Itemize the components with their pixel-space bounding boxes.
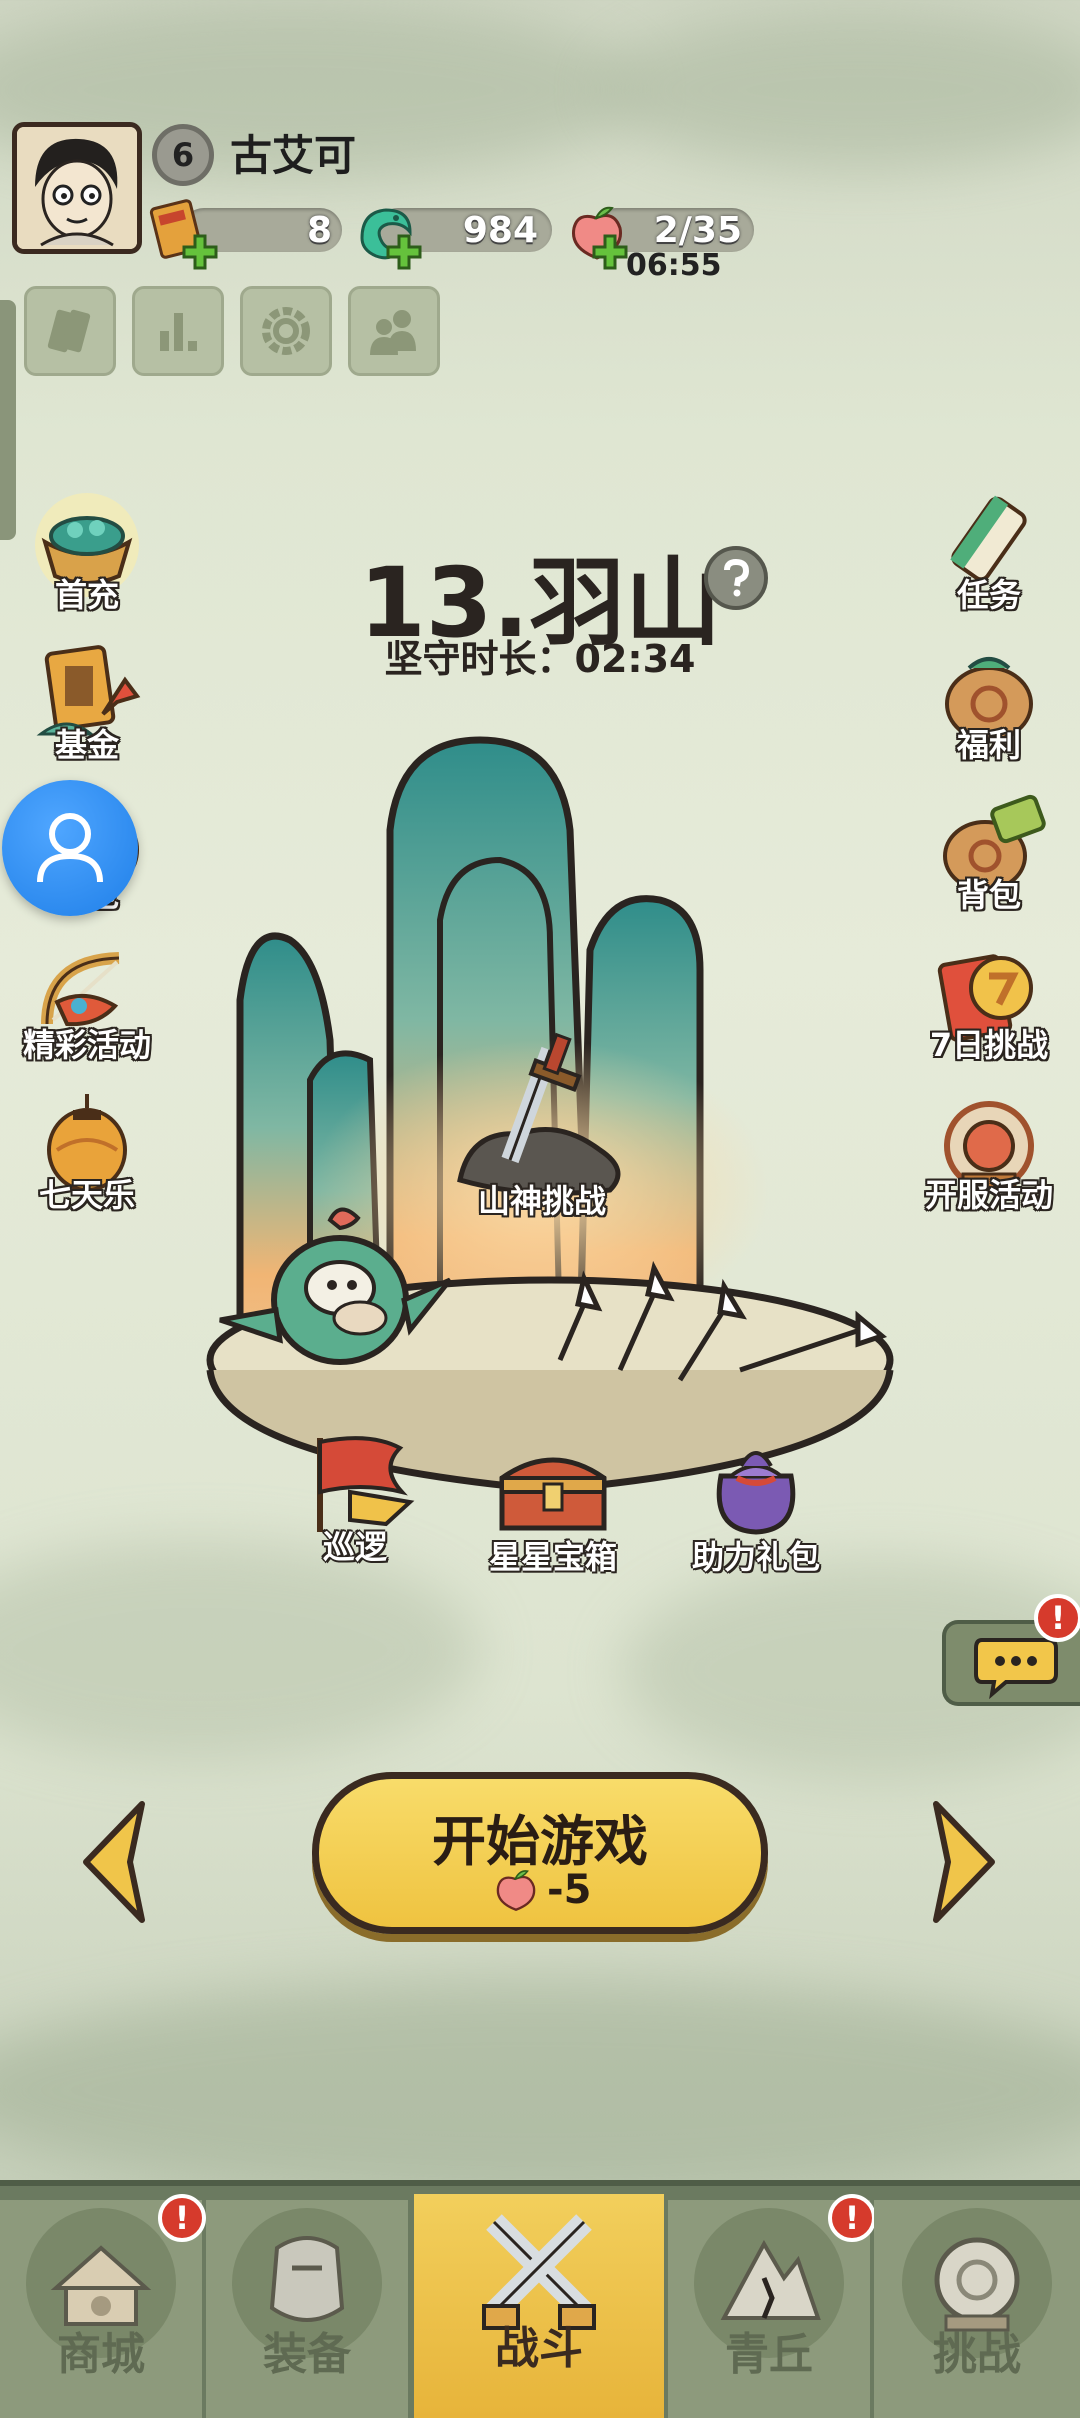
tasks-button[interactable]: 任务 [914,490,1064,616]
bottom-navigation: 商城 ! 装备 战斗 青丘 ! 挑战 [0,2180,1080,2418]
help-button[interactable] [704,546,768,610]
question-mark-icon [724,558,750,597]
friends-button[interactable] [348,286,440,376]
person-icon [37,813,103,883]
tab-shop-label: 商城 [57,2329,145,2380]
avatar-portrait-icon [17,127,137,249]
tab-equipment[interactable]: 装备 [206,2200,408,2418]
chat-notification-badge: ! [1034,1594,1080,1642]
purple-bag-icon [716,1451,796,1535]
tab-equipment-label: 装备 [263,2329,351,2380]
add-stamina-button[interactable] [590,232,630,276]
chat-bubble-icon [974,1638,1058,1700]
peach-cost-icon [489,1865,543,1923]
star-chest-button[interactable]: 星星宝箱 [478,1438,628,1578]
featured-events-label: 精彩活动 [22,1026,151,1064]
settings-button[interactable] [240,286,332,376]
add-scroll-button[interactable] [180,232,220,276]
fund-button[interactable]: 基金 [12,640,162,766]
chevron-left-icon [83,1801,145,1923]
welfare-button[interactable]: 福利 [914,640,1064,766]
backpack-button[interactable]: 背包 [914,790,1064,916]
gear-icon [262,307,310,355]
tab-battle[interactable]: 战斗 [414,2194,664,2418]
stamina-timer: 06:55 [626,248,722,283]
tab-qingqiu-label: 青丘 [725,2329,813,2380]
start-game-cost: -5 [547,1867,592,1913]
player-avatar[interactable] [12,122,142,254]
bar-chart-icon [160,313,197,351]
seven-day-challenge-label: 7日挑战 [929,1026,1049,1064]
player-name: 古艾可 [230,131,357,180]
star-chest-label: 星星宝箱 [488,1538,617,1576]
ranking-button[interactable] [132,286,224,376]
shop-notification-badge: ! [158,2194,206,2242]
cards-icon [47,309,91,353]
seven-day-challenge-button[interactable]: 7日挑战 [914,940,1064,1066]
support-gift-label: 助力礼包 [691,1538,820,1576]
mountain-god-challenge-button[interactable]: 山神挑战 [430,1030,650,1230]
seven-day-joy-button[interactable]: 七天乐 [12,1090,162,1216]
plus-icon [182,234,218,270]
sword-in-stone-icon [457,1032,621,1196]
plus-icon [592,234,628,270]
first-recharge-button[interactable]: 首充 [12,490,162,616]
player-level-badge: 6 [152,124,214,186]
tab-battle-label: 战斗 [495,2323,583,2374]
server-launch-event-label: 开服活动 [924,1176,1053,1214]
previous-stage-button[interactable] [76,1796,156,1930]
patrol-button[interactable]: 巡逻 [280,1428,430,1568]
server-launch-event-button[interactable]: 开服活动 [914,1090,1064,1216]
chevron-right-icon [933,1801,995,1923]
plus-icon [386,234,422,270]
star-chest-icon [499,1457,607,1531]
featured-events-button[interactable]: 精彩活动 [12,940,162,1066]
customer-service-float-button[interactable] [2,780,138,916]
friends-icon [370,310,416,355]
mountain-god-challenge-label: 山神挑战 [477,1182,606,1220]
tab-challenge[interactable]: 挑战 [874,2200,1080,2418]
cards-button[interactable] [24,286,116,376]
start-game-button[interactable]: 开始游戏 -5 [312,1772,768,1934]
tab-challenge-label: 挑战 [933,2329,1021,2380]
support-gift-button[interactable]: 助力礼包 [676,1436,836,1578]
next-stage-button[interactable] [922,1796,1002,1930]
qingqiu-notification-badge: ! [828,2194,876,2242]
add-jade-button[interactable] [384,232,424,276]
